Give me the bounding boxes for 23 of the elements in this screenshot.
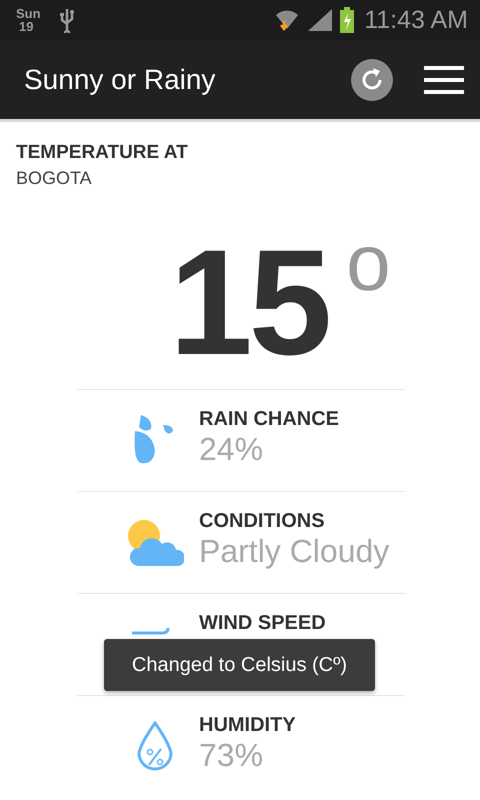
metric-label: RAIN CHANCE xyxy=(199,408,339,431)
water-drop-icon xyxy=(135,720,175,772)
battery-icon xyxy=(340,7,354,33)
city-name: BOGOTA xyxy=(15,168,93,189)
menu-icon[interactable] xyxy=(424,64,464,96)
refresh-button[interactable] xyxy=(350,58,394,102)
app-title: Sunny or Rainy xyxy=(24,64,216,96)
degree-symbol: o xyxy=(346,223,391,303)
metric-label: CONDITIONS xyxy=(199,510,326,533)
metric-label: WIND SPEED xyxy=(199,612,326,635)
metric-label: HUMIDITY xyxy=(199,714,296,737)
day-label: Sun xyxy=(16,7,41,20)
location-heading: TEMPERATURE AT xyxy=(15,142,189,164)
metric-value: 73% xyxy=(199,737,264,773)
clock-time: 11:43 AM xyxy=(364,6,468,34)
usb-icon xyxy=(58,7,75,33)
metric-value: Partly Cloudy xyxy=(199,533,390,569)
temperature-value: 15 xyxy=(169,217,328,388)
toast-message: Changed to Celsius (Cº) xyxy=(104,639,375,691)
sun-cloud-icon xyxy=(126,518,184,568)
date-label: 19 xyxy=(18,20,34,33)
signal-icon xyxy=(306,7,334,33)
metric-value: 24% xyxy=(199,431,264,467)
